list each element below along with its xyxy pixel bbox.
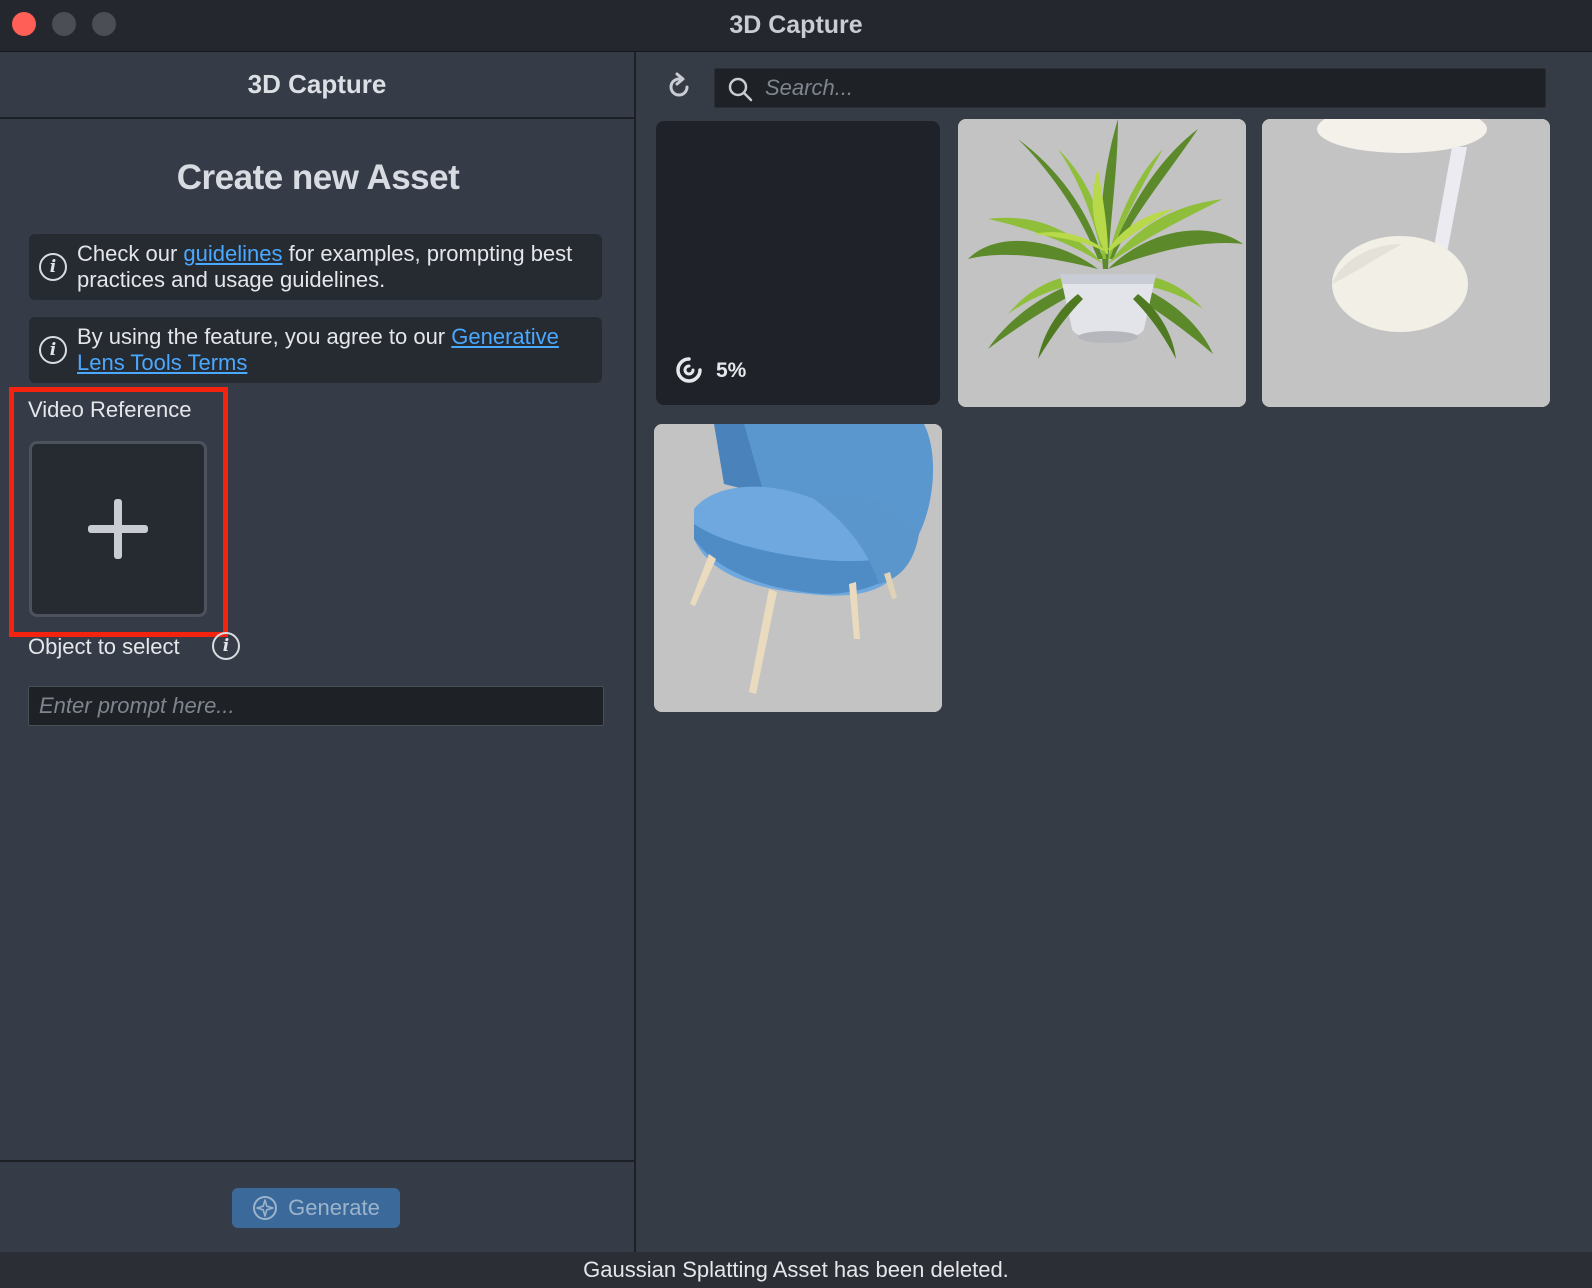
progress-icon (676, 357, 702, 383)
panel-footer: Generate (0, 1160, 636, 1252)
search-icon (728, 77, 753, 102)
generate-label: Generate (288, 1195, 380, 1220)
search-box (714, 68, 1546, 108)
plant-thumbnail (958, 119, 1246, 407)
generate-icon (253, 1196, 278, 1220)
progress-percentage: 5% (716, 359, 747, 382)
window-title: 3D Capture (729, 11, 863, 39)
asset-tile-chair[interactable] (654, 424, 942, 712)
add-video-button[interactable] (29, 441, 207, 617)
search-input[interactable] (765, 69, 1535, 107)
create-asset-panel: 3D Capture Create new Asset i Check our … (0, 52, 636, 1252)
terms-notice: i By using the feature, you agree to our… (29, 317, 602, 383)
plus-icon (88, 499, 148, 559)
chair-thumbnail (654, 424, 942, 712)
table-thumbnail (1262, 119, 1550, 407)
info-icon: i (39, 336, 67, 364)
panel-header-title: 3D Capture (247, 69, 387, 99)
asset-tile-plant[interactable] (958, 119, 1246, 407)
guidelines-notice-text: Check our guidelines for examples, promp… (77, 241, 573, 292)
page-title: Create new Asset (176, 158, 460, 197)
guidelines-notice: i Check our guidelines for examples, pro… (29, 234, 602, 300)
asset-library-panel: 5% (638, 52, 1592, 1252)
title-bar: 3D Capture (0, 0, 1592, 52)
prompt-input[interactable] (28, 686, 604, 726)
panel-header: 3D Capture (0, 52, 634, 119)
object-to-select-label: Object to select (28, 634, 180, 659)
asset-tile-table[interactable] (1262, 119, 1550, 407)
info-icon[interactable]: i (212, 632, 240, 660)
refresh-icon[interactable] (664, 72, 694, 102)
guidelines-link[interactable]: guidelines (183, 241, 282, 266)
generate-button[interactable]: Generate (232, 1188, 400, 1228)
terms-notice-text: By using the feature, you agree to our G… (77, 324, 559, 375)
asset-tile-in-progress[interactable]: 5% (656, 121, 940, 405)
info-icon: i (39, 253, 67, 281)
video-reference-label: Video Reference (28, 397, 192, 422)
status-bar: Gaussian Splatting Asset has been delete… (0, 1252, 1592, 1288)
